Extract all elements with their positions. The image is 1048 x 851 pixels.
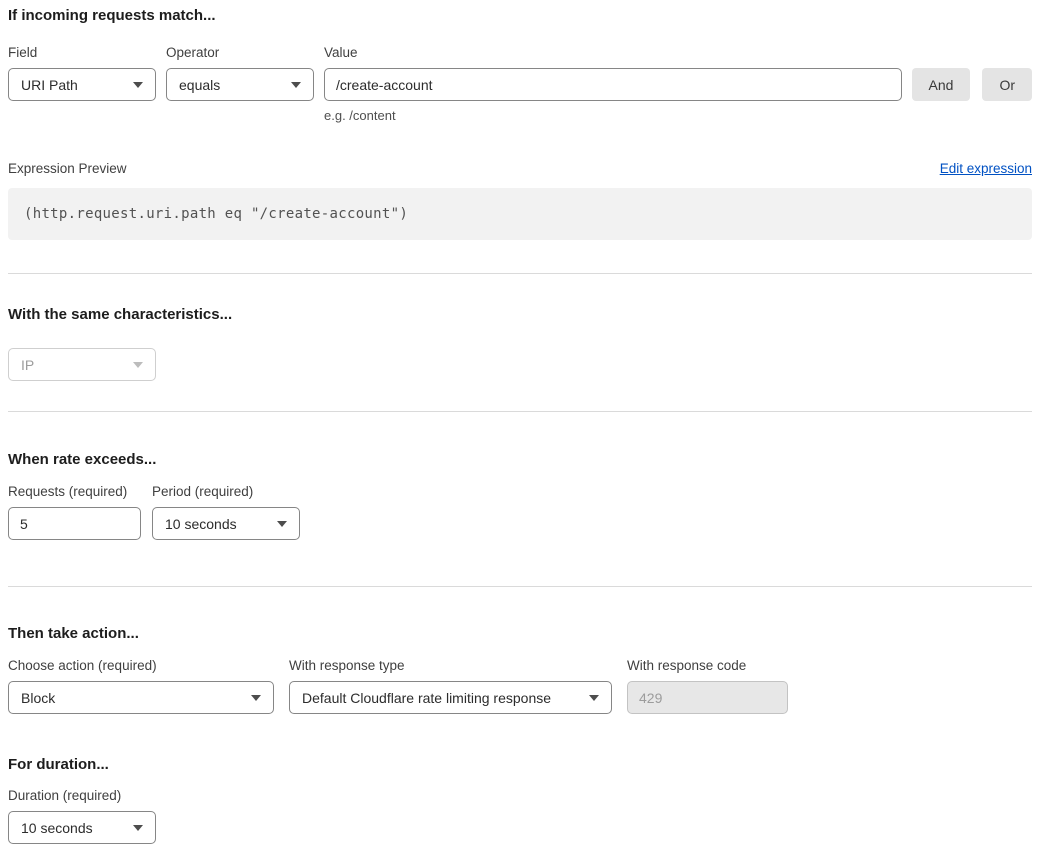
operator-dropdown[interactable]: equals [166, 68, 314, 101]
and-button[interactable]: And [912, 68, 971, 101]
section-divider [8, 273, 1032, 274]
response-code-input [627, 681, 788, 714]
chevron-down-icon [133, 82, 143, 88]
period-dropdown[interactable]: 10 seconds [152, 507, 300, 540]
rate-limiting-rule-form: If incoming requests match... Field URI … [0, 0, 1048, 851]
section-heading-rate: When rate exceeds... [8, 451, 1032, 468]
section-divider [8, 586, 1032, 587]
chevron-down-icon [291, 82, 301, 88]
field-group-value: Value e.g. /content [324, 45, 902, 123]
requests-input[interactable] [8, 507, 141, 540]
chevron-down-icon [251, 695, 261, 701]
rate-row: Requests (required) Period (required) 10… [8, 484, 1032, 540]
value-label: Value [324, 45, 902, 61]
field-group-period: Period (required) 10 seconds [152, 484, 300, 540]
value-input[interactable] [324, 68, 902, 101]
field-group-field: Field URI Path [8, 45, 156, 101]
expression-builder-row: Field URI Path Operator equals Value e.g… [8, 45, 1032, 123]
section-heading-action: Then take action... [8, 625, 1032, 642]
or-button[interactable]: Or [982, 68, 1032, 101]
requests-label: Requests (required) [8, 484, 141, 500]
choose-action-dropdown[interactable]: Block [8, 681, 274, 714]
duration-label: Duration (required) [8, 788, 1032, 804]
field-group-response-code: With response code [627, 658, 788, 714]
section-rate-exceeds: When rate exceeds... Requests (required)… [8, 451, 1032, 540]
section-divider [8, 411, 1032, 412]
chevron-down-icon [133, 825, 143, 831]
expression-preview-code: (http.request.uri.path eq "/create-accou… [8, 188, 1032, 240]
field-dropdown-value: URI Path [21, 77, 78, 93]
operator-label: Operator [166, 45, 314, 61]
duration-dropdown[interactable]: 10 seconds [8, 811, 156, 844]
response-type-dropdown[interactable]: Default Cloudflare rate limiting respons… [289, 681, 612, 714]
section-heading-characteristics: With the same characteristics... [8, 306, 1032, 323]
period-dropdown-value: 10 seconds [165, 516, 237, 532]
logic-operator-buttons: And Or [912, 68, 1032, 101]
field-group-duration: Duration (required) 10 seconds [8, 788, 1032, 844]
field-group-response-type: With response type Default Cloudflare ra… [289, 658, 612, 714]
field-label: Field [8, 45, 156, 61]
field-group-operator: Operator equals [166, 45, 314, 101]
chevron-down-icon [277, 521, 287, 527]
expression-preview-label: Expression Preview [8, 161, 127, 177]
characteristic-dropdown-value: IP [21, 357, 34, 373]
section-take-action: Then take action... Choose action (requi… [8, 625, 1032, 714]
section-incoming-requests-match: If incoming requests match... Field URI … [8, 7, 1032, 240]
response-type-dropdown-value: Default Cloudflare rate limiting respons… [302, 690, 551, 706]
action-row: Choose action (required) Block With resp… [8, 658, 1032, 714]
duration-dropdown-value: 10 seconds [21, 820, 93, 836]
field-group-requests: Requests (required) [8, 484, 141, 540]
response-type-label: With response type [289, 658, 612, 674]
chevron-down-icon [133, 362, 143, 368]
chevron-down-icon [589, 695, 599, 701]
section-heading-match: If incoming requests match... [8, 7, 1032, 24]
characteristic-dropdown: IP [8, 348, 156, 381]
edit-expression-link[interactable]: Edit expression [940, 161, 1032, 176]
value-hint: e.g. /content [324, 108, 902, 123]
choose-action-dropdown-value: Block [21, 690, 55, 706]
expression-preview-row: Expression Preview Edit expression [8, 161, 1032, 177]
section-heading-duration: For duration... [8, 756, 1032, 773]
section-for-duration: For duration... Duration (required) 10 s… [8, 756, 1032, 844]
section-same-characteristics: With the same characteristics... IP [8, 306, 1032, 381]
response-code-label: With response code [627, 658, 788, 674]
choose-action-label: Choose action (required) [8, 658, 274, 674]
field-group-choose-action: Choose action (required) Block [8, 658, 274, 714]
operator-dropdown-value: equals [179, 77, 220, 93]
field-dropdown[interactable]: URI Path [8, 68, 156, 101]
period-label: Period (required) [152, 484, 300, 500]
